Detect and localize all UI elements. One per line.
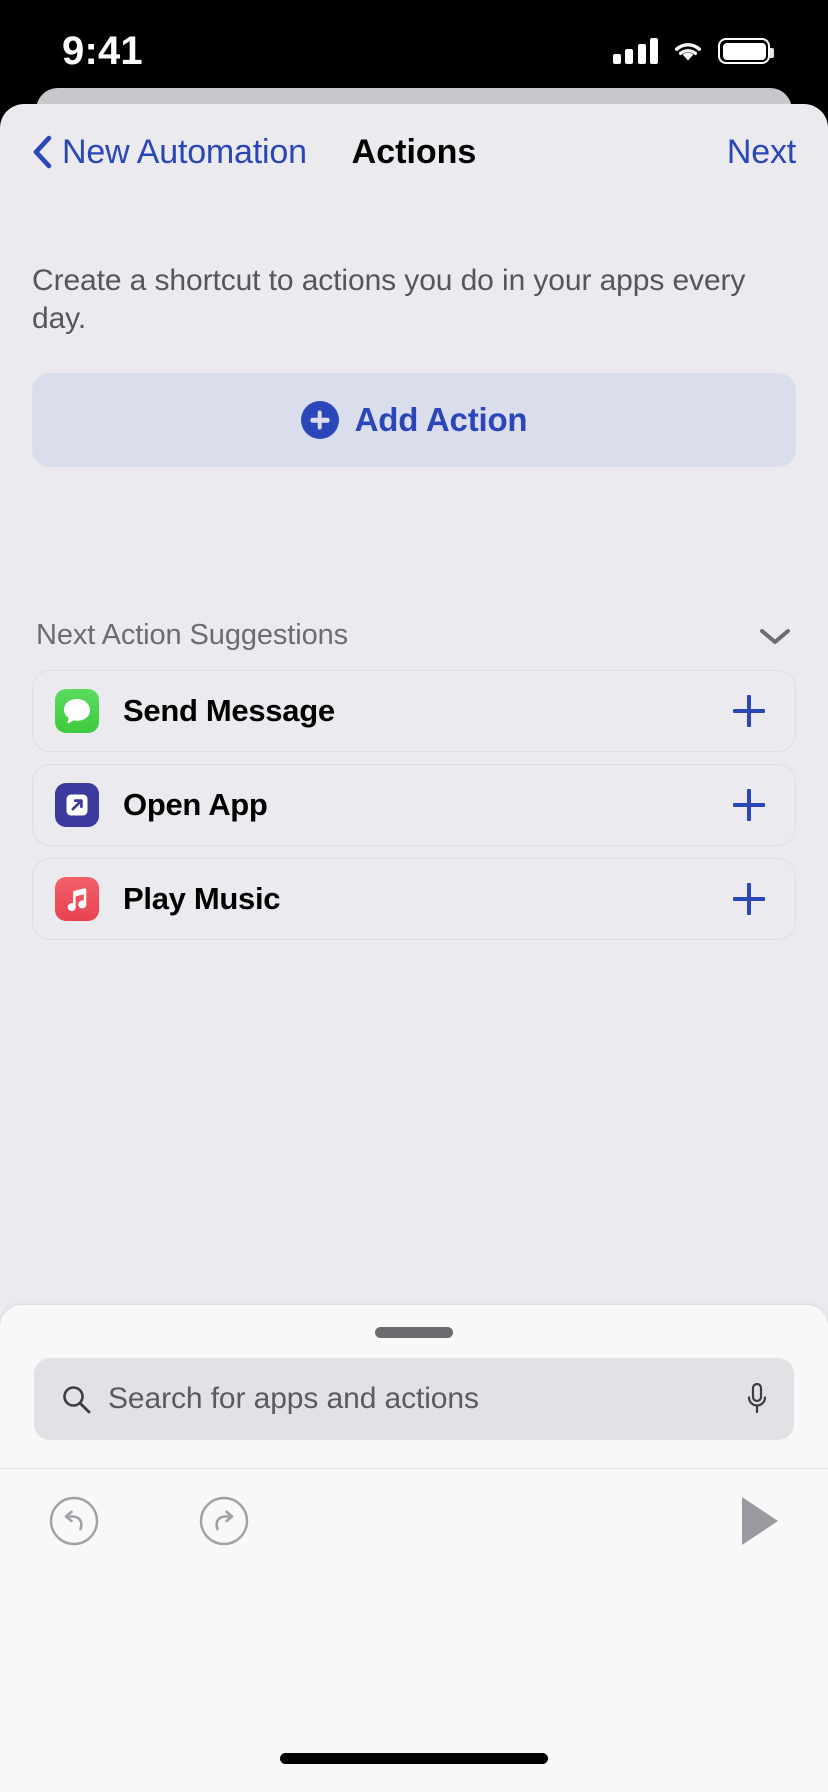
chevron-left-icon [33,135,52,169]
microphone-icon[interactable] [744,1381,770,1417]
add-action-label: Add Action [354,401,528,438]
suggestion-row-open-app[interactable]: Open App [32,764,796,846]
suggestion-label: Send Message [123,693,335,728]
cellular-bars-icon [612,38,658,64]
add-action-button[interactable]: Add Action [32,373,796,467]
next-button[interactable]: Next [727,133,796,172]
undo-icon[interactable] [46,1493,102,1549]
plus-circle-icon [300,401,339,439]
music-app-icon [55,877,99,921]
suggestion-label: Open App [123,787,268,822]
suggestion-row-play-music[interactable]: Play Music [32,858,796,940]
search-input[interactable]: Search for apps and actions [34,1358,794,1440]
suggestions-list: Send Message Open App Play Music [32,670,796,940]
navigation-bar: New Automation Actions Next [0,104,828,200]
suggestion-label: Play Music [123,881,281,916]
wifi-icon [674,43,702,61]
status-bar-indicators [612,38,774,64]
redo-icon[interactable] [196,1493,252,1549]
back-button[interactable]: New Automation [32,133,307,172]
add-suggestion-button[interactable] [731,787,767,823]
back-button-label: New Automation [62,132,307,171]
search-icon [63,1386,91,1414]
suggestion-row-send-message[interactable]: Send Message [32,670,796,752]
next-action-suggestions-header[interactable]: Next Action Suggestions [36,619,792,652]
search-placeholder: Search for apps and actions [108,1382,479,1415]
status-bar: 9:41 [0,0,828,96]
add-suggestion-button[interactable] [731,881,767,917]
battery-full-icon [718,38,774,64]
play-icon[interactable] [736,1493,782,1549]
home-indicator [280,1753,548,1764]
messages-app-icon [55,689,99,733]
phone-screen: 9:41 New Automation Actions Next Create [0,0,828,1792]
add-suggestion-button[interactable] [731,693,767,729]
description-text: Create a shortcut to actions you do in y… [32,264,746,335]
next-action-suggestions-title: Next Action Suggestions [36,619,349,651]
chevron-down-icon[interactable] [758,626,792,646]
open-app-icon [55,783,99,827]
sheet-grabber[interactable] [375,1327,453,1338]
editor-toolbar [0,1468,828,1572]
status-bar-clock: 9:41 [62,28,143,73]
action-library-sheet: Search for apps and actions [0,1305,828,1792]
